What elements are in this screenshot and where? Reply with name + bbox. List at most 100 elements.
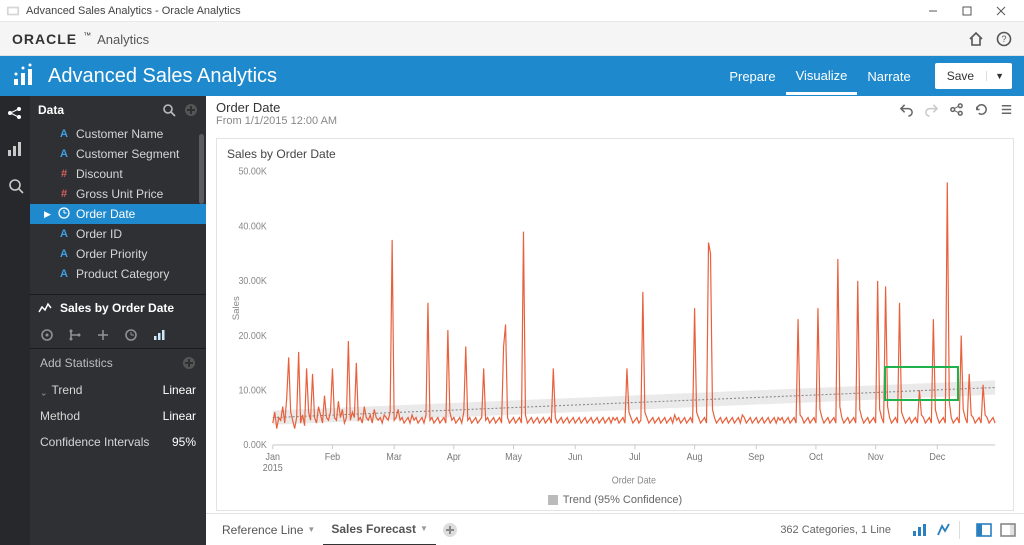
rail-data-icon[interactable] (6, 104, 24, 122)
svg-text:30.00K: 30.00K (238, 276, 267, 286)
chart-legend: Trend (95% Confidence) (217, 494, 1013, 506)
canvas-footer: Reference Line▼ Sales Forecast▼ 362 Cate… (206, 513, 1024, 545)
add-canvas-icon[interactable] (442, 522, 458, 538)
undo-icon[interactable] (899, 102, 914, 117)
data-panel-title: Data (38, 103, 154, 117)
analytics-tab-icon[interactable] (152, 328, 166, 342)
svg-text:Nov: Nov (868, 452, 884, 462)
filter-breadcrumbs[interactable]: Order Date From 1/1/2015 12:00 AM (216, 100, 899, 127)
attribute-type-icon: A (58, 228, 70, 240)
chart-plot-area[interactable]: 0.00K10.00K20.00K30.00K40.00K50.00KSales… (227, 165, 1003, 488)
rail-analytics-icon[interactable] (6, 176, 24, 194)
app-header: ORACLE™ Analytics ? (0, 22, 1024, 56)
branch-tab-icon[interactable] (68, 328, 82, 342)
svg-text:Aug: Aug (687, 452, 703, 462)
svg-text:Oct: Oct (809, 452, 823, 462)
grammar-tab-icon[interactable] (40, 328, 54, 342)
trend-row[interactable]: Trend Linear (30, 377, 206, 403)
chart-title: Sales by Order Date (227, 147, 1003, 161)
field-order-priority[interactable]: A Order Priority (30, 244, 206, 264)
add-statistics-plus-icon[interactable] (182, 356, 196, 370)
auto-insights-icon[interactable] (911, 522, 927, 538)
chart-card[interactable]: Sales by Order Date 0.00K10.00K20.00K30.… (216, 138, 1014, 511)
redo-icon[interactable] (924, 102, 939, 117)
values-tab-icon[interactable] (96, 328, 110, 342)
help-icon[interactable]: ? (996, 31, 1012, 47)
footer-tab-reference-line[interactable]: Reference Line▼ (214, 514, 323, 545)
svg-text:Dec: Dec (929, 452, 945, 462)
add-statistics-row[interactable]: Add Statistics (30, 349, 206, 377)
viz-config-tabs (30, 321, 206, 349)
method-value: Linear (163, 409, 196, 423)
svg-text:Jul: Jul (629, 452, 640, 462)
svg-text:10.00K: 10.00K (238, 385, 267, 395)
field-label: Product Category (76, 267, 169, 281)
field-customer-segment[interactable]: A Customer Segment (30, 144, 206, 164)
time-tab-icon[interactable] (124, 328, 138, 342)
save-button-caret[interactable]: ▼ (986, 71, 1012, 81)
field-order-id[interactable]: A Order ID (30, 224, 206, 244)
window-maximize-button[interactable] (950, 0, 984, 22)
toggle-panel-left-icon[interactable] (976, 522, 992, 538)
sidebar: Data A Customer Name A Customer Segment #Dis… (30, 96, 206, 545)
confidence-row[interactable]: Confidence Intervals 95% (30, 429, 206, 455)
viz-panel-title: Sales by Order Date (60, 301, 198, 315)
field-order-date[interactable]: ▶Order Date (30, 204, 206, 224)
svg-text:2015: 2015 (263, 462, 283, 472)
field-label: Customer Name (76, 127, 163, 141)
tab-narrate[interactable]: Narrate (857, 59, 920, 93)
window-titlebar: Advanced Sales Analytics - Oracle Analyt… (0, 0, 1024, 22)
svg-text:Jun: Jun (568, 452, 582, 462)
window-minimize-button[interactable] (916, 0, 950, 22)
field-label: Customer Segment (76, 147, 179, 161)
footer-tab-sales-forecast[interactable]: Sales Forecast▼ (323, 514, 436, 545)
rail-visualizations-icon[interactable] (6, 140, 24, 158)
field-label: Order ID (76, 227, 122, 241)
canvas-toolbar (899, 100, 1014, 117)
brand-product: Analytics (97, 32, 149, 47)
svg-text:Apr: Apr (447, 452, 461, 462)
tab-prepare[interactable]: Prepare (719, 59, 785, 93)
date-type-icon (58, 207, 70, 222)
legend-swatch (548, 495, 558, 505)
filter-field: Order Date (216, 100, 899, 115)
home-icon[interactable] (968, 31, 984, 47)
attribute-type-icon: A (58, 128, 70, 140)
add-statistics-label: Add Statistics (40, 356, 113, 370)
workbook-icon (12, 63, 38, 89)
explain-icon[interactable] (935, 522, 951, 538)
footer-status: 362 Categories, 1 Line (780, 524, 891, 536)
field-gross-unit-price[interactable]: #Gross Unit Price (30, 184, 206, 204)
attribute-type-icon: A (58, 248, 70, 260)
canvas-menu-icon[interactable] (999, 102, 1014, 117)
field-discount[interactable]: #Discount (30, 164, 206, 184)
data-panel-header: Data (30, 96, 206, 124)
fields-list[interactable]: A Customer Name A Customer Segment #Discount… (30, 124, 206, 294)
attribute-type-icon: A (58, 148, 70, 160)
trend-label: Trend (40, 383, 82, 397)
workbook-bar: Advanced Sales Analytics Prepare Visuali… (0, 56, 1024, 96)
search-icon[interactable] (162, 103, 176, 117)
toggle-panel-right-icon[interactable] (1000, 522, 1016, 538)
fields-scrollbar[interactable] (199, 124, 204, 294)
line-chart-icon (38, 301, 52, 315)
share-icon[interactable] (949, 102, 964, 117)
method-row[interactable]: Method Linear (30, 403, 206, 429)
field-label: Order Priority (76, 247, 147, 261)
svg-text:May: May (505, 452, 522, 462)
measure-type-icon: # (58, 188, 70, 200)
refresh-icon[interactable] (974, 102, 989, 117)
window-close-button[interactable] (984, 0, 1018, 22)
svg-text:?: ? (1001, 34, 1006, 44)
confidence-value: 95% (172, 435, 196, 449)
svg-text:Order Date: Order Date (612, 475, 656, 485)
window-title: Advanced Sales Analytics - Oracle Analyt… (26, 5, 241, 17)
measure-type-icon: # (58, 168, 70, 180)
field-label: Order Date (76, 207, 135, 221)
save-button[interactable]: Save ▼ (935, 63, 1012, 89)
field-customer-name[interactable]: A Customer Name (30, 124, 206, 144)
field-product-category[interactable]: AProduct Category (30, 264, 206, 284)
add-data-icon[interactable] (184, 103, 198, 117)
tab-visualize[interactable]: Visualize (786, 58, 858, 95)
svg-text:Sep: Sep (748, 452, 764, 462)
